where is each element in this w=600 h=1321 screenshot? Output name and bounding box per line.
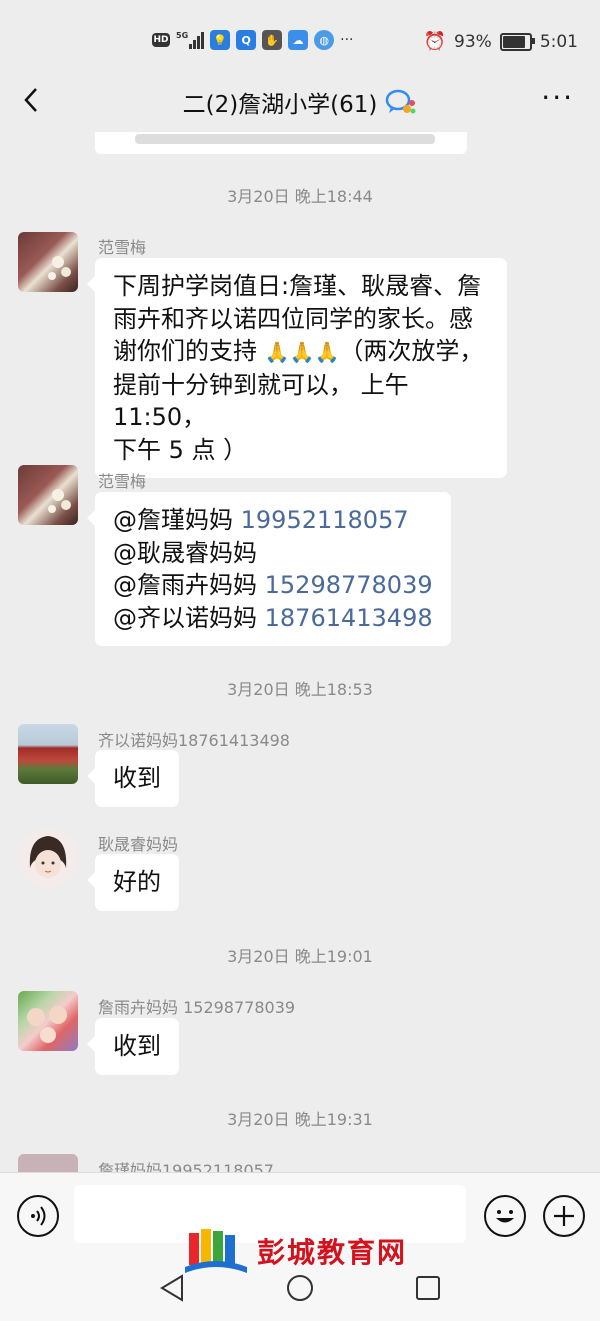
voice-icon	[31, 1206, 46, 1226]
sender-name: 詹雨卉妈妈 15298778039	[98, 998, 296, 1017]
chat-header: 二(2)詹湖小学(61) ···	[0, 68, 600, 132]
more-dots-icon: ···	[340, 32, 354, 48]
sender-name: 耿晟睿妈妈	[98, 835, 179, 854]
phone-link[interactable]: 19952118057	[241, 506, 409, 534]
status-bar: HD 5G 💡 Q ✋ ☁ ◍ ··· ⏰ 93% 5:01	[0, 0, 600, 68]
browser-icon: ◍	[314, 30, 335, 50]
avatar[interactable]	[18, 232, 78, 292]
message-text: 收到	[113, 764, 161, 792]
message-text: 收到	[113, 1032, 161, 1060]
message-line: 下周护学岗值日:詹瑾、耿晟睿、詹	[113, 272, 482, 300]
cartoon-girl-icon	[29, 836, 67, 878]
back-triangle-icon[interactable]	[158, 1273, 186, 1303]
sender-name: 齐以诺妈妈18761413498	[98, 731, 290, 750]
system-navigation	[0, 1263, 600, 1313]
sender-name: 范雪梅	[98, 238, 147, 257]
timestamp: 3月20日 晚上19:31	[227, 1110, 373, 1129]
avatar[interactable]	[18, 991, 78, 1051]
more-options-button[interactable]: ···	[541, 84, 574, 112]
message-text: 好的	[113, 868, 161, 896]
emoji-icon	[496, 1210, 514, 1223]
app-icon-search: Q	[236, 30, 257, 50]
phone-link[interactable]: 18761413498	[265, 604, 433, 632]
previous-message-bubble	[95, 132, 467, 154]
emoji-button[interactable]	[484, 1195, 526, 1237]
app-icon-hand: ✋	[262, 30, 283, 50]
group-name: 二(2)詹湖小学(61)	[182, 92, 378, 118]
sender-name: 詹瑾妈妈19952118057	[98, 1161, 274, 1172]
plus-icon	[554, 1206, 574, 1226]
message-bubble[interactable]: 下周护学岗值日:詹瑾、耿晟睿、詹 雨卉和齐以诺四位同学的家长。感 谢你们的支持 …	[87, 258, 507, 478]
hd-icon: HD	[152, 33, 170, 47]
signal-icon: 5G	[176, 31, 205, 49]
message-line: 雨卉和齐以诺四位同学的家长。感	[113, 304, 473, 333]
message-bubble[interactable]: 好的	[87, 854, 179, 911]
message-bubble[interactable]: @詹瑾妈妈 19952118057 @耿晟睿妈妈 @詹雨卉妈妈 15298778…	[87, 492, 451, 646]
message-line: 下午 5 点 ）	[113, 435, 248, 464]
avatar[interactable]	[18, 1154, 78, 1172]
clock: 5:01	[539, 31, 578, 52]
pray-emoji: 🙏🙏🙏	[264, 340, 340, 364]
group-photo-icon	[27, 1006, 67, 1043]
phone-link[interactable]: 15298778039	[265, 571, 433, 599]
message-line: @齐以诺妈妈 18761413498	[113, 603, 433, 632]
app-icon-bulb: 💡	[210, 30, 231, 50]
more-functions-button[interactable]	[543, 1195, 585, 1237]
message-line: @詹雨卉妈妈 15298778039	[113, 571, 433, 599]
avatar[interactable]	[18, 724, 78, 784]
recents-square-icon[interactable]	[414, 1274, 442, 1302]
alarm-icon: ⏰	[423, 31, 447, 52]
flower-icon	[48, 489, 71, 513]
message-bubble[interactable]: 收到	[87, 750, 179, 807]
message-line: 谢你们的支持 🙏🙏🙏（两次放学，	[113, 337, 484, 365]
timestamp: 3月20日 晚上19:01	[227, 947, 373, 966]
message-line: @耿晟睿妈妈	[113, 538, 257, 567]
battery-icon	[499, 32, 535, 51]
message-line: 提前十分钟到就可以， 上午 11:50，	[113, 370, 409, 432]
avatar[interactable]	[18, 828, 78, 888]
message-bubble[interactable]: 收到	[87, 1018, 179, 1075]
input-bar: 彭城教育网	[0, 1172, 600, 1321]
sender-name: 范雪梅	[98, 472, 147, 491]
status-icons: HD 5G 💡 Q ✋ ☁ ◍ ···	[152, 30, 354, 50]
avatar[interactable]	[18, 465, 78, 525]
status-right: ⏰ 93% 5:01	[424, 31, 578, 52]
cloud-icon: ☁	[288, 30, 309, 50]
chat-title: 二(2)詹湖小学(61)	[0, 85, 600, 119]
group-chat-icon[interactable]	[385, 88, 417, 116]
flower-icon	[48, 256, 71, 280]
timestamp: 3月20日 晚上18:53	[227, 680, 373, 699]
message-line: @詹瑾妈妈 19952118057	[113, 506, 409, 534]
voice-button[interactable]	[17, 1195, 59, 1237]
battery-percent: 93%	[454, 31, 492, 52]
timestamp: 3月20日 晚上18:44	[227, 187, 373, 206]
home-circle-icon[interactable]	[285, 1273, 315, 1303]
